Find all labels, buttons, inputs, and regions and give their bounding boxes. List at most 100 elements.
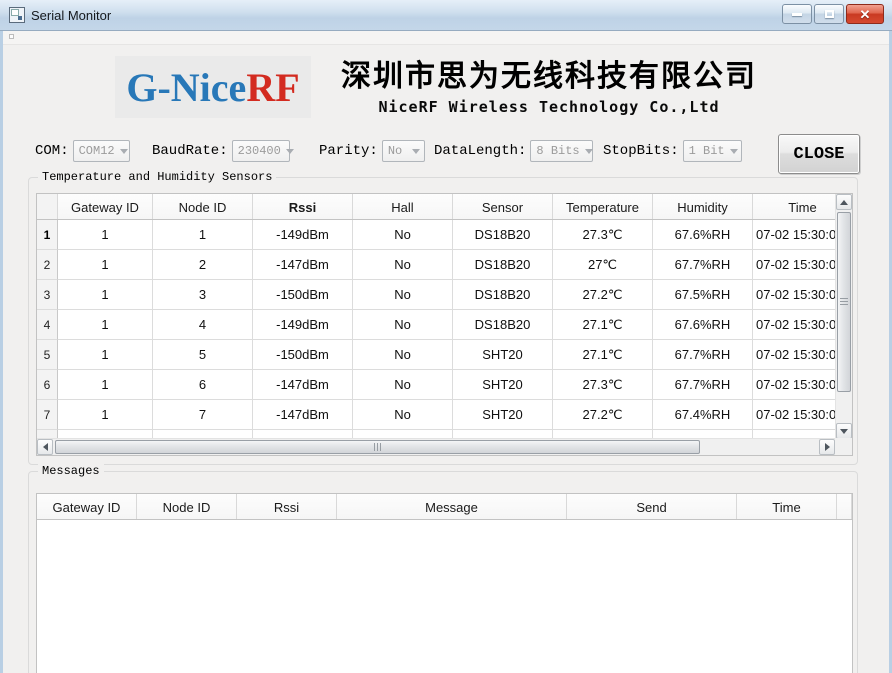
- table-cell[interactable]: No: [353, 280, 453, 310]
- horizontal-scrollbar[interactable]: [37, 438, 835, 455]
- table-cell[interactable]: 1: [58, 370, 153, 400]
- table-cell[interactable]: SHT20: [453, 370, 553, 400]
- title-bar[interactable]: Serial Monitor ✕: [0, 0, 892, 31]
- column-header-sensor[interactable]: Sensor: [453, 194, 553, 220]
- horizontal-scroll-thumb[interactable]: [55, 440, 700, 454]
- column-header-hall[interactable]: Hall: [353, 194, 453, 220]
- table-cell[interactable]: 27.2℃: [553, 280, 653, 310]
- table-cell[interactable]: 1: [58, 310, 153, 340]
- column-header-gateway-id[interactable]: Gateway ID: [37, 494, 137, 520]
- column-header-node-id[interactable]: Node ID: [153, 194, 253, 220]
- row-number[interactable]: 1: [37, 220, 58, 250]
- table-cell[interactable]: 67.7%RH: [653, 250, 753, 280]
- table-cell[interactable]: No: [353, 340, 453, 370]
- table-cell[interactable]: 27℃: [553, 250, 653, 280]
- minimize-button[interactable]: [782, 4, 812, 24]
- datalength-select[interactable]: 8 Bits: [530, 140, 593, 162]
- table-cell[interactable]: 7: [153, 400, 253, 430]
- table-cell[interactable]: -150dBm: [253, 280, 353, 310]
- scroll-left-button[interactable]: [37, 439, 53, 455]
- column-header-time[interactable]: Time: [753, 194, 835, 220]
- vertical-scroll-thumb[interactable]: [837, 212, 851, 392]
- row-number[interactable]: 4: [37, 310, 58, 340]
- table-row[interactable]: 414-149dBmNoDS18B2027.1℃67.6%RH07-02 15:…: [37, 310, 835, 340]
- table-cell[interactable]: 07-02 15:30:05: [753, 280, 835, 310]
- table-cell[interactable]: 67.5%RH: [653, 280, 753, 310]
- scroll-up-button[interactable]: [836, 194, 852, 210]
- table-cell[interactable]: 07-02 15:30:04: [753, 250, 835, 280]
- table-cell[interactable]: 67.7%RH: [653, 340, 753, 370]
- table-cell[interactable]: 27.2℃: [553, 400, 653, 430]
- scroll-right-button[interactable]: [819, 439, 835, 455]
- table-row[interactable]: 717-147dBmNoSHT2027.2℃67.4%RH07-02 15:30…: [37, 400, 835, 430]
- table-cell[interactable]: No: [353, 400, 453, 430]
- row-number[interactable]: 2: [37, 250, 58, 280]
- row-number[interactable]: 6: [37, 370, 58, 400]
- column-header-node-id[interactable]: Node ID: [137, 494, 237, 520]
- table-cell[interactable]: SHT20: [453, 340, 553, 370]
- table-cell[interactable]: 1: [58, 250, 153, 280]
- column-header-rssi[interactable]: Rssi: [237, 494, 337, 520]
- table-cell[interactable]: 67.4%RH: [653, 400, 753, 430]
- table-cell[interactable]: 2: [153, 250, 253, 280]
- table-cell[interactable]: SHT20: [453, 400, 553, 430]
- table-cell[interactable]: 1: [153, 220, 253, 250]
- table-cell[interactable]: -150dBm: [253, 340, 353, 370]
- row-number[interactable]: 5: [37, 340, 58, 370]
- table-cell[interactable]: 27.1℃: [553, 310, 653, 340]
- table-cell[interactable]: 07-02 15:30:09: [753, 400, 835, 430]
- table-cell[interactable]: DS18B20: [453, 310, 553, 340]
- table-cell[interactable]: 1: [58, 340, 153, 370]
- table-cell[interactable]: 07-02 15:30:08: [753, 370, 835, 400]
- column-header-send[interactable]: Send: [567, 494, 737, 520]
- table-cell[interactable]: 07-02 15:30:03: [753, 220, 835, 250]
- table-cell[interactable]: 27.3℃: [553, 220, 653, 250]
- table-cell[interactable]: -149dBm: [253, 310, 353, 340]
- table-row[interactable]: 515-150dBmNoSHT2027.1℃67.7%RH07-02 15:30…: [37, 340, 835, 370]
- column-header-rssi[interactable]: Rssi: [253, 194, 353, 220]
- table-cell[interactable]: 1: [58, 220, 153, 250]
- table-cell[interactable]: 1: [58, 400, 153, 430]
- table-cell[interactable]: 07-02 15:30:06: [753, 310, 835, 340]
- table-cell[interactable]: No: [353, 370, 453, 400]
- column-header-temperature[interactable]: Temperature: [553, 194, 653, 220]
- table-cell[interactable]: 4: [153, 310, 253, 340]
- table-row[interactable]: 212-147dBmNoDS18B2027℃67.7%RH07-02 15:30…: [37, 250, 835, 280]
- com-port-select[interactable]: COM12: [73, 140, 130, 162]
- table-cell[interactable]: -147dBm: [253, 370, 353, 400]
- table-cell[interactable]: -147dBm: [253, 250, 353, 280]
- parity-select[interactable]: No: [382, 140, 425, 162]
- table-cell[interactable]: -149dBm: [253, 220, 353, 250]
- table-cell[interactable]: 07-02 15:30:07: [753, 340, 835, 370]
- table-cell[interactable]: No: [353, 310, 453, 340]
- table-cell[interactable]: 5: [153, 340, 253, 370]
- table-cell[interactable]: -147dBm: [253, 400, 353, 430]
- close-window-button[interactable]: ✕: [846, 4, 884, 24]
- table-row[interactable]: 616-147dBmNoSHT2027.3℃67.7%RH07-02 15:30…: [37, 370, 835, 400]
- row-number[interactable]: 7: [37, 400, 58, 430]
- table-cell[interactable]: 67.6%RH: [653, 310, 753, 340]
- maximize-button[interactable]: [814, 4, 844, 24]
- table-cell[interactable]: No: [353, 220, 453, 250]
- column-header-message[interactable]: Message: [337, 494, 567, 520]
- vertical-scrollbar[interactable]: [835, 194, 852, 439]
- table-cell[interactable]: 67.7%RH: [653, 370, 753, 400]
- table-row[interactable]: 313-150dBmNoDS18B2027.2℃67.5%RH07-02 15:…: [37, 280, 835, 310]
- table-cell[interactable]: 67.6%RH: [653, 220, 753, 250]
- column-header-humidity[interactable]: Humidity: [653, 194, 753, 220]
- table-cell[interactable]: 3: [153, 280, 253, 310]
- close-port-button[interactable]: CLOSE: [778, 134, 860, 174]
- table-cell[interactable]: 1: [58, 280, 153, 310]
- row-number[interactable]: 3: [37, 280, 58, 310]
- scroll-down-button[interactable]: [836, 423, 852, 439]
- table-cell[interactable]: No: [353, 250, 453, 280]
- stopbits-select[interactable]: 1 Bit: [683, 140, 742, 162]
- table-cell[interactable]: 6: [153, 370, 253, 400]
- column-header-gateway-id[interactable]: Gateway ID: [58, 194, 153, 220]
- table-row[interactable]: 111-149dBmNoDS18B2027.3℃67.6%RH07-02 15:…: [37, 220, 835, 250]
- table-cell[interactable]: DS18B20: [453, 220, 553, 250]
- baudrate-select[interactable]: 230400: [232, 140, 290, 162]
- table-cell[interactable]: DS18B20: [453, 250, 553, 280]
- column-header-time[interactable]: Time: [737, 494, 837, 520]
- table-cell[interactable]: 27.1℃: [553, 340, 653, 370]
